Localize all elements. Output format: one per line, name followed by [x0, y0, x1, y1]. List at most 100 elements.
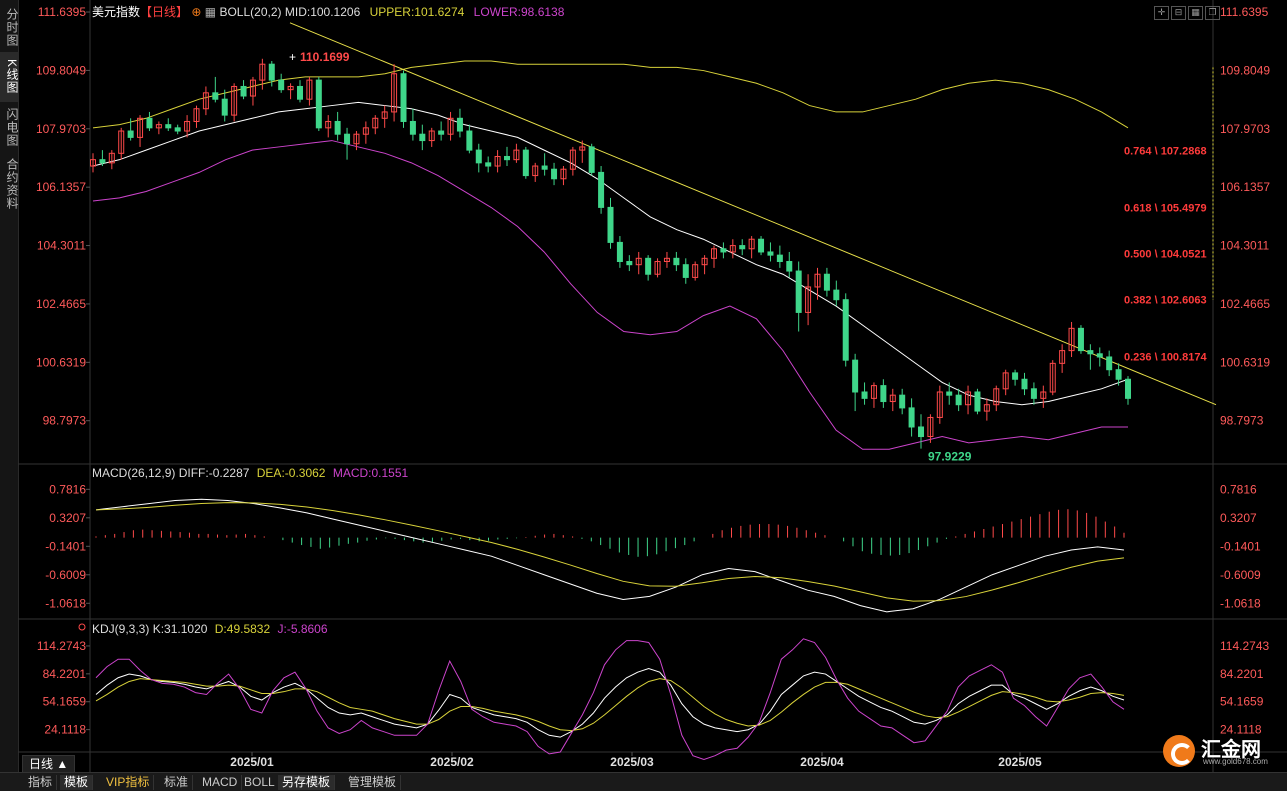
candle-body [438, 130, 445, 135]
boll-mid-line [92, 101, 1129, 406]
candle-body [598, 171, 605, 208]
crosshair-icon[interactable]: ✛ [1154, 6, 1169, 20]
tab-vip-indicator[interactable]: VIP指标 [102, 775, 155, 790]
candle-body [974, 391, 981, 412]
macd-diff: DIFF:-0.2287 [178, 466, 250, 480]
tab-boll[interactable]: BOLL [240, 775, 280, 790]
kdj-d: D:49.5832 [214, 622, 271, 636]
date-label: 2025/01 [230, 755, 274, 769]
price-tick-right: 109.8049 [1220, 63, 1270, 77]
candle-body [466, 130, 473, 151]
kdj-tick-right: 114.2743 [1220, 639, 1269, 653]
period-selector[interactable]: 日线 ▲ [22, 755, 76, 773]
boll-label: BOLL(20,2) [219, 5, 282, 19]
price-tick-right: 104.3011 [1220, 239, 1269, 253]
candle-body [1115, 369, 1122, 380]
candle-body [645, 257, 652, 275]
candle-body [682, 264, 689, 278]
price-tick-left: 107.9703 [36, 122, 86, 136]
macd-diff-line [95, 498, 1125, 613]
fit-icon[interactable]: ⊟ [1171, 6, 1186, 20]
boll-bands [92, 60, 1129, 450]
price-tick-right: 102.4665 [1220, 297, 1270, 311]
price-header: 美元指数【日线】 ⊕ ▦ BOLL(20,2) MID:100.1206 UPP… [92, 3, 564, 20]
price-tick-left: 109.8049 [36, 63, 86, 77]
kdj-tick-right: 84.2201 [1220, 667, 1264, 681]
tab-standard[interactable]: 标准 [160, 775, 194, 790]
logo-url: www.gold678.com [1203, 757, 1268, 766]
candle-body [400, 73, 407, 122]
date-label: 2025/03 [610, 755, 654, 769]
candle-body [541, 165, 548, 170]
kdj-tick-left: 114.2743 [37, 639, 86, 653]
kdj-tick-left: 24.1118 [44, 723, 86, 737]
candle-body [1125, 378, 1131, 399]
candle-body [456, 117, 463, 132]
candle-body [1096, 353, 1103, 358]
tab-indicator[interactable]: 指标 [24, 775, 58, 790]
price-tick-right: 111.6395 [1220, 5, 1269, 19]
tab-template[interactable]: 模板 [60, 775, 94, 790]
tile-icon[interactable]: ▦ [1188, 6, 1203, 20]
kdj-panel [78, 623, 1125, 760]
macd-tick-right: 0.3207 [1220, 511, 1257, 525]
macd-header: MACD(26,12,9) DIFF:-0.2287 DEA:-0.3062 M… [92, 466, 408, 480]
tab-save-template[interactable]: 另存模板 [278, 775, 336, 790]
candle-body [758, 238, 765, 253]
candle-body [240, 85, 247, 97]
candle-body [278, 79, 285, 91]
grid-lines [18, 0, 1287, 772]
candle-body [823, 273, 830, 291]
candle-body [767, 251, 774, 256]
candle-body [315, 79, 322, 129]
candle-body [1030, 388, 1037, 399]
candle-body [146, 117, 153, 129]
candle-body [297, 85, 303, 100]
instrument-name: 美元指数 [92, 5, 141, 19]
price-tick-right: 98.7973 [1220, 414, 1264, 428]
candle-body [212, 92, 219, 100]
date-label: 2025/05 [998, 755, 1042, 769]
chart-canvas[interactable]: 111.6395 109.8049 107.9703 106.1357 104.3011… [0, 0, 1287, 772]
candle-body [918, 426, 924, 438]
macd-dea-line [95, 502, 1125, 602]
site-logo: 汇金网 www.gold678.com [1163, 733, 1283, 769]
price-tick-right: 106.1357 [1220, 180, 1270, 194]
kdj-k-line [95, 667, 1125, 738]
candle-body [899, 394, 906, 409]
kdj-d-line [95, 678, 1125, 732]
candle-body [551, 168, 558, 180]
candle-body [1087, 350, 1094, 355]
settings-icon[interactable]: ⊕ [191, 5, 201, 19]
price-tick-right: 100.6319 [1220, 355, 1270, 369]
boll-upper-value: UPPER:101.6274 [369, 5, 465, 19]
kdj-k: K:31.1020 [152, 622, 208, 636]
macd-tick-right: 0.7816 [1220, 482, 1257, 496]
fibonacci-levels: 0.764 \ 107.2868 0.618 \ 105.4979 0.500 \ … [1124, 67, 1214, 363]
tab-macd[interactable]: MACD [198, 775, 243, 790]
downtrend-line [289, 22, 1217, 406]
candle-body [626, 261, 633, 266]
candle-body [165, 124, 172, 129]
candle-body [419, 133, 426, 142]
candle-body [880, 385, 887, 403]
candle-body [1012, 372, 1019, 380]
macd-tick-left: -0.6009 [45, 568, 86, 582]
macd-tick-right: -1.0618 [1220, 596, 1261, 610]
candle-body [334, 120, 341, 135]
candle-body [616, 241, 623, 263]
price-tick-left: 106.1357 [36, 180, 86, 194]
kdj-j-line [95, 638, 1125, 760]
restore-icon[interactable]: ❐ [1205, 6, 1220, 20]
candle-body [344, 133, 351, 145]
price-tick-left: 102.4665 [36, 297, 86, 311]
candle-body [504, 155, 510, 161]
candle-body [720, 248, 727, 253]
tab-manage-template[interactable]: 管理模板 [344, 775, 402, 790]
candle-body [485, 162, 492, 167]
grid-icon[interactable]: ▦ [205, 5, 216, 19]
candle-body [776, 254, 783, 263]
fib-level-label: 0.500 \ 104.0521 [1124, 248, 1207, 260]
kdj-title: KDJ(9,3,3) [92, 622, 150, 636]
candle-body [99, 159, 106, 164]
